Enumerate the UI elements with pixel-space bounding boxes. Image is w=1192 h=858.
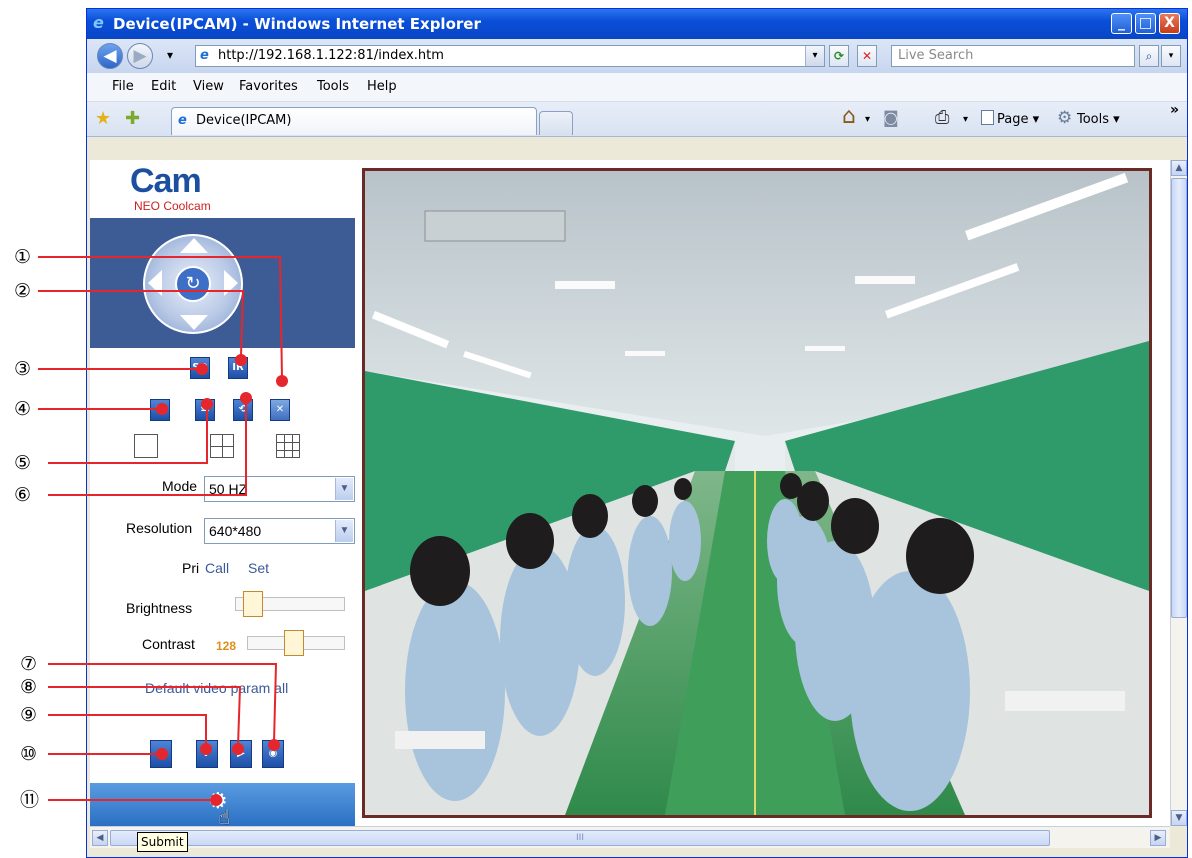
annotation-11: ⑪	[20, 789, 40, 811]
annotation-7: ⑦	[20, 653, 38, 675]
annotation-overlay	[38, 256, 288, 806]
annotation-6: ⑥	[14, 484, 32, 506]
annotation-10: ⑩	[20, 743, 38, 765]
annotation-1: ①	[14, 246, 32, 268]
annotation-2: ②	[14, 280, 32, 302]
annotation-4: ④	[14, 398, 32, 420]
annotation-5: ⑤	[14, 452, 32, 474]
annotation-9: ⑨	[20, 704, 38, 726]
annotation-3: ③	[14, 358, 32, 380]
annotation-8: ⑧	[20, 676, 38, 698]
